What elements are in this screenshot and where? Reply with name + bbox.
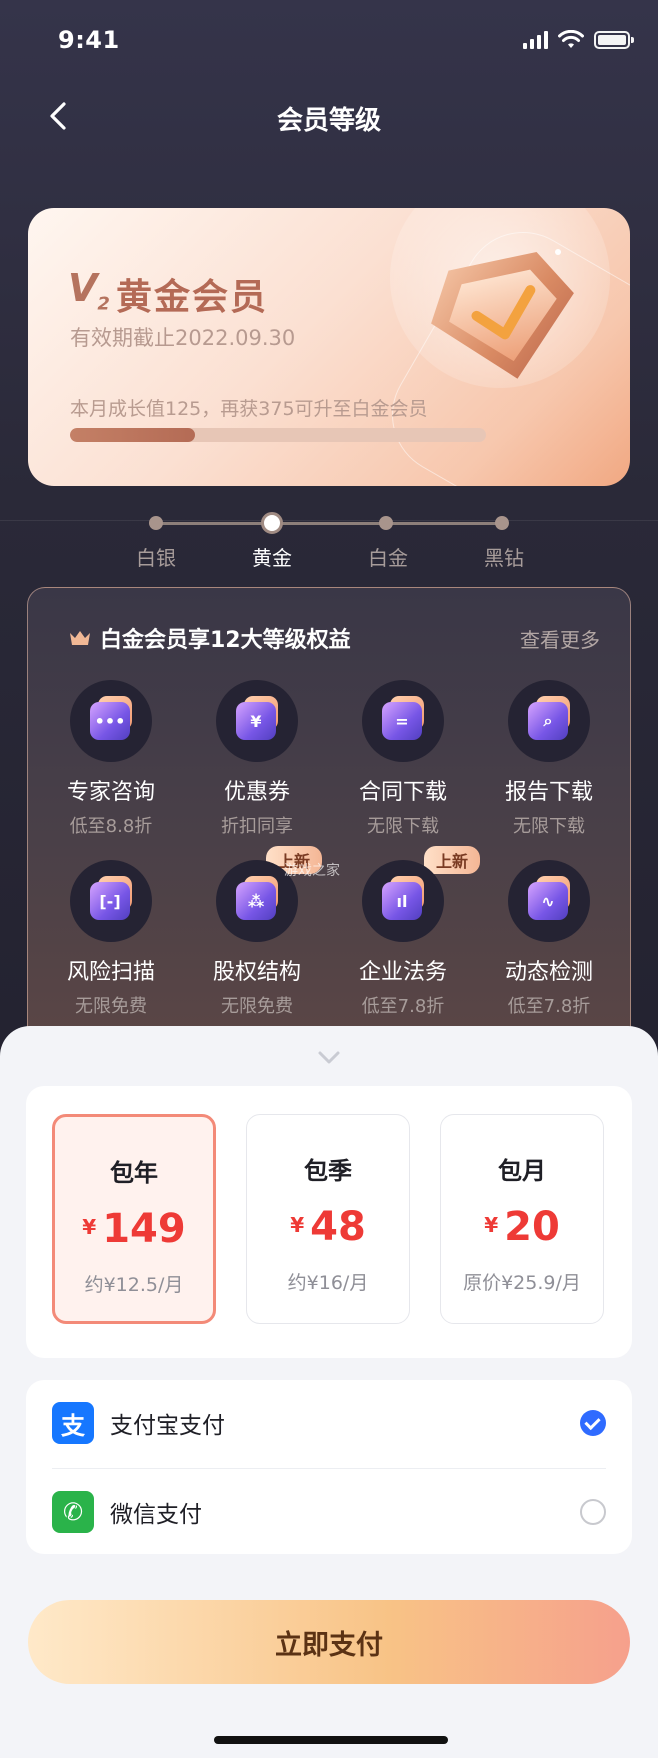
benefit-desc: 低至7.8折 xyxy=(361,996,445,1017)
plan-quarterly[interactable]: 包季 ¥48 约¥16/月 xyxy=(246,1114,410,1324)
benefit-corporate-legal[interactable]: 上新 ıl 企业法务 低至7.8折 xyxy=(330,846,480,1018)
status-icons xyxy=(523,30,634,50)
benefit-desc: 无限下载 xyxy=(513,816,585,837)
benefit-name: 报告下载 xyxy=(504,780,593,805)
plan-yearly[interactable]: 包年 ¥149 约¥12.5/月 xyxy=(52,1114,216,1324)
benefit-desc: 无限免费 xyxy=(221,996,293,1017)
chevron-down-icon[interactable] xyxy=(317,1050,341,1066)
plan-name: 包季 xyxy=(304,1157,352,1185)
plan-price: ¥149 xyxy=(82,1206,186,1252)
benefit-desc: 无限免费 xyxy=(75,996,147,1017)
plan-note: 约¥16/月 xyxy=(287,1272,369,1294)
report-search-icon: ⌕ xyxy=(508,680,590,762)
growth-progress-fill xyxy=(70,428,195,442)
plan-options: 包年 ¥149 约¥12.5/月 包季 ¥48 约¥16/月 包月 ¥20 原价… xyxy=(26,1086,632,1358)
wechat-icon: ✆ xyxy=(52,1491,94,1533)
wifi-icon xyxy=(558,30,584,48)
pay-now-button[interactable]: 立即支付 xyxy=(28,1600,630,1684)
payment-label: 支付宝支付 xyxy=(110,1413,225,1439)
benefit-contract-download[interactable]: = 合同下载 无限下载 xyxy=(330,680,476,838)
new-tag: 上新 xyxy=(423,846,480,874)
plan-name: 包月 xyxy=(498,1157,546,1185)
status-bar: 9:41 xyxy=(0,24,658,58)
benefit-name: 专家咨询 xyxy=(66,780,155,805)
benefits-header: 白金会员享12大等级权益 xyxy=(68,622,351,654)
radio-checked[interactable] xyxy=(580,1410,606,1436)
alipay-icon: 支 xyxy=(52,1402,94,1444)
plan-note: 约¥12.5/月 xyxy=(84,1274,184,1296)
benefit-equity-structure[interactable]: 上新 ⁂ 股权结构 无限免费 xyxy=(184,846,330,1018)
home-indicator xyxy=(214,1736,448,1744)
member-level-card: V2 黄金会员 有效期截止2022.09.30 本月成长值125，再获375可升… xyxy=(28,208,630,486)
benefit-desc: 无限下载 xyxy=(367,816,439,837)
chat-icon: ••• xyxy=(70,680,152,762)
expire-date: 有效期截止2022.09.30 xyxy=(70,326,296,350)
benefit-name: 动态检测 xyxy=(504,960,593,985)
level-label-silver[interactable]: 白银 xyxy=(116,542,196,571)
level-dot-black-diamond xyxy=(495,516,509,530)
benefit-name: 股权结构 xyxy=(212,960,301,985)
level-label-black-diamond[interactable]: 黑钻 xyxy=(464,542,544,571)
signal-icon xyxy=(523,31,548,49)
benefit-coupon[interactable]: ¥ 优惠券 折扣同享 xyxy=(184,680,330,838)
pulse-icon: ∿ xyxy=(508,860,590,942)
page-title: 会员等级 xyxy=(276,106,381,136)
level-label-platinum[interactable]: 白金 xyxy=(348,542,428,571)
benefit-desc: 低至7.8折 xyxy=(507,996,591,1017)
payment-alipay[interactable]: 支 支付宝支付 xyxy=(52,1380,606,1466)
level-dot-silver xyxy=(149,516,163,530)
level-badge-text: V2 xyxy=(68,266,110,315)
plan-price: ¥48 xyxy=(290,1204,366,1250)
benefit-name: 优惠券 xyxy=(223,780,290,805)
payment-methods: 支 支付宝支付 ✆ 微信支付 xyxy=(26,1380,632,1554)
crown-icon xyxy=(70,631,90,645)
benefit-name: 风险扫描 xyxy=(66,960,155,985)
benefit-dynamic-monitor[interactable]: ∿ 动态检测 低至7.8折 xyxy=(476,860,622,1018)
view-more-link[interactable]: 查看更多 xyxy=(520,624,600,653)
growth-text: 本月成长值125，再获375可升至白金会员 xyxy=(70,398,428,420)
benefit-expert-consult[interactable]: ••• 专家咨询 低至8.8折 xyxy=(38,680,184,838)
scan-icon: [-] xyxy=(70,860,152,942)
growth-progress-bar xyxy=(70,428,486,442)
level-name: 黄金会员 xyxy=(116,277,269,318)
coupon-icon: ¥ xyxy=(216,680,298,762)
plan-name: 包年 xyxy=(110,1159,158,1187)
benefits-title: 白金会员享12大等级权益 xyxy=(100,628,351,653)
benefit-desc: 折扣同享 xyxy=(221,816,293,837)
gold-shield-badge-icon xyxy=(431,249,574,379)
battery-icon xyxy=(594,31,634,49)
level-label-gold[interactable]: 黄金 xyxy=(232,542,312,571)
payment-wechat[interactable]: ✆ 微信支付 xyxy=(52,1468,606,1555)
plan-monthly[interactable]: 包月 ¥20 原价¥25.9/月 xyxy=(440,1114,604,1324)
radio-unchecked[interactable] xyxy=(580,1499,606,1525)
contract-icon: = xyxy=(362,680,444,762)
legal-chart-icon: ıl xyxy=(362,860,444,942)
benefits-panel: 白金会员享12大等级权益 查看更多 ••• 专家咨询 低至8.8折 ¥ 优惠券 … xyxy=(27,587,631,1047)
nav-bar: 会员等级 xyxy=(0,90,658,144)
benefit-name: 企业法务 xyxy=(358,960,447,985)
benefit-report-download[interactable]: ⌕ 报告下载 无限下载 xyxy=(476,680,622,838)
level-dot-platinum xyxy=(379,516,393,530)
watermark: 游戏之家 xyxy=(284,863,340,879)
level-dot-current xyxy=(261,512,283,534)
benefit-risk-scan[interactable]: [-] 风险扫描 无限免费 xyxy=(38,860,184,1018)
level-timeline xyxy=(156,522,502,525)
benefit-desc: 低至8.8折 xyxy=(69,816,153,837)
plan-note: 原价¥25.9/月 xyxy=(463,1272,581,1294)
payment-label: 微信支付 xyxy=(110,1502,202,1528)
status-time: 9:41 xyxy=(58,26,120,54)
plan-price: ¥20 xyxy=(484,1204,560,1250)
benefit-name: 合同下载 xyxy=(358,780,447,805)
